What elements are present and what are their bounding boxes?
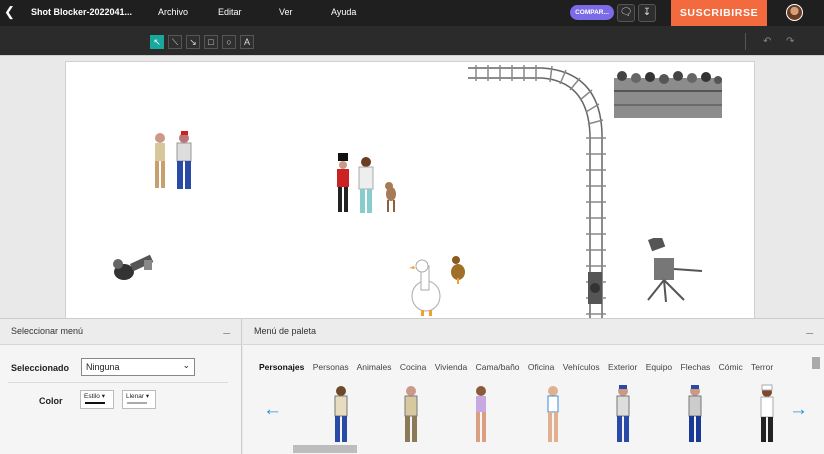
- square-tool-icon[interactable]: □: [204, 35, 218, 49]
- back-chevron-icon[interactable]: ❮: [4, 4, 15, 20]
- toolbar-divider: [745, 33, 746, 50]
- select-menu-title: Seleccionar menú: [11, 326, 84, 336]
- select-tool-icon[interactable]: ↖: [150, 35, 164, 49]
- tabs-scrollbar[interactable]: [812, 357, 820, 369]
- palette-character[interactable]: [609, 384, 637, 446]
- storyboard-canvas[interactable]: [65, 61, 755, 320]
- text-tool-icon[interactable]: A: [240, 35, 254, 49]
- chevron-down-icon: ⌄: [182, 360, 190, 370]
- undo-icon[interactable]: ↶: [763, 36, 771, 47]
- scene-people-pair[interactable]: [150, 130, 198, 192]
- minimize-icon[interactable]: _: [223, 321, 230, 335]
- tab-comic[interactable]: Cómic: [719, 362, 743, 372]
- palette-character[interactable]: [539, 384, 567, 446]
- palette-tabs: Personajes Personas Animales Cocina Vivi…: [259, 362, 779, 372]
- share-button[interactable]: COMPAR...: [570, 5, 614, 20]
- fill-label: Llenar: [126, 393, 145, 400]
- tab-cocina[interactable]: Cocina: [400, 362, 426, 372]
- tab-flechas[interactable]: Flechas: [681, 362, 711, 372]
- selected-label: Seleccionado: [11, 363, 70, 373]
- comment-icon[interactable]: 🗨: [617, 4, 635, 22]
- select-menu-panel: Seleccionar menú _ Seleccionado Ninguna …: [0, 318, 242, 454]
- selected-dropdown[interactable]: Ninguna ⌄: [81, 358, 195, 376]
- color-label: Color: [39, 396, 63, 406]
- selected-value: Ninguna: [86, 362, 120, 372]
- palette-character[interactable]: [327, 384, 355, 446]
- palette-character[interactable]: [467, 384, 495, 446]
- arrow-right-icon[interactable]: →: [789, 399, 808, 421]
- scene-railway-track[interactable]: [466, 62, 618, 320]
- panel-divider: [8, 382, 228, 383]
- arrow-left-icon[interactable]: ←: [263, 399, 282, 421]
- tab-oficina[interactable]: Oficina: [528, 362, 554, 372]
- scene-ringmaster-nurse-dog[interactable]: [334, 152, 404, 216]
- palette-menu-title: Menú de paleta: [254, 326, 317, 336]
- scene-machine-gun[interactable]: [640, 238, 704, 302]
- tab-personajes[interactable]: Personajes: [259, 362, 304, 372]
- style-swatch: [85, 402, 105, 404]
- palette-character[interactable]: [681, 384, 709, 446]
- menu-editar[interactable]: Editar: [218, 7, 242, 17]
- tab-vehiculos[interactable]: Vehículos: [563, 362, 600, 372]
- palette-menu-header: Menú de paleta _: [243, 319, 824, 345]
- arrow-line-tool-icon[interactable]: ↘: [186, 35, 200, 49]
- document-title[interactable]: Shot Blocker-2022041...: [31, 7, 132, 17]
- top-bar: ❮ Shot Blocker-2022041... Archivo Editar…: [0, 0, 824, 26]
- palette-scrollbar[interactable]: [293, 445, 357, 453]
- palette-character[interactable]: [753, 384, 781, 446]
- menu-ver[interactable]: Ver: [279, 7, 293, 17]
- style-label: Estilo: [84, 393, 100, 400]
- tab-exterior[interactable]: Exterior: [608, 362, 637, 372]
- scene-goose-duck[interactable]: [406, 252, 468, 320]
- drawing-toolbar: ↖ ⟍ ↘ □ ○ A ↶ ↷: [0, 26, 824, 56]
- download-icon[interactable]: ↧: [638, 4, 656, 22]
- palette-character[interactable]: [397, 384, 425, 446]
- subscribe-button[interactable]: SUSCRIBIRSE: [671, 0, 767, 26]
- fill-color-button[interactable]: Llenar ▾: [122, 390, 156, 409]
- menu-archivo[interactable]: Archivo: [158, 7, 188, 17]
- palette-menu-panel: Menú de paleta _ Personajes Personas Ani…: [243, 318, 824, 454]
- user-avatar[interactable]: [786, 4, 803, 21]
- tab-terror[interactable]: Terror: [751, 362, 773, 372]
- redo-icon[interactable]: ↷: [786, 36, 794, 47]
- menu-ayuda[interactable]: Ayuda: [331, 7, 356, 17]
- style-color-button[interactable]: Estilo ▾: [80, 390, 114, 409]
- circle-tool-icon[interactable]: ○: [222, 35, 236, 49]
- tab-animales[interactable]: Animales: [357, 362, 392, 372]
- minimize-icon[interactable]: _: [806, 321, 813, 335]
- fill-swatch: [127, 402, 147, 404]
- tab-vivienda[interactable]: Vivienda: [435, 362, 467, 372]
- tab-cama-bano[interactable]: Cama/baño: [476, 362, 520, 372]
- select-menu-header: Seleccionar menú _: [0, 319, 241, 345]
- tab-personas[interactable]: Personas: [313, 362, 349, 372]
- line-tool-icon[interactable]: ⟍: [168, 35, 182, 49]
- tab-equipo[interactable]: Equipo: [646, 362, 672, 372]
- scene-crowd-gray[interactable]: [614, 68, 724, 120]
- scene-fallen-person[interactable]: [110, 254, 160, 288]
